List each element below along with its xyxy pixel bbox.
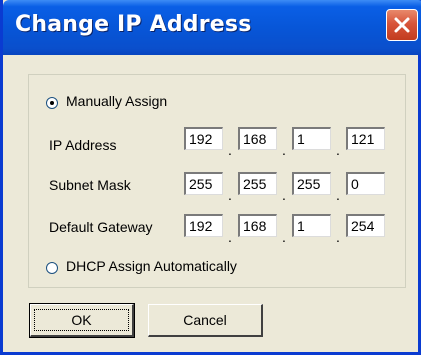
gateway-octet-1[interactable]: 192 <box>184 214 223 237</box>
ip-octet-3[interactable]: 1 <box>292 127 331 150</box>
subnet-octet-3[interactable]: 255 <box>292 172 331 195</box>
ip-octet-4[interactable]: 121 <box>346 127 385 150</box>
subnet-separator: . <box>282 187 286 203</box>
window-title: Change IP Address <box>15 12 252 37</box>
ip-octet-2[interactable]: 168 <box>238 127 277 150</box>
subnet-mask-label: Subnet Mask <box>49 177 131 193</box>
gateway-octet-2[interactable]: 168 <box>238 214 277 237</box>
gateway-separator: . <box>228 229 232 245</box>
ok-button-label: OK <box>34 309 129 331</box>
default-gateway-label: Default Gateway <box>49 219 153 235</box>
dhcp-assign-label[interactable]: DHCP Assign Automatically <box>66 258 237 274</box>
subnet-separator: . <box>228 187 232 203</box>
ok-button[interactable]: OK <box>29 303 135 338</box>
dhcp-assign-radio[interactable] <box>46 262 58 274</box>
subnet-octet-4[interactable]: 0 <box>346 172 385 195</box>
subnet-octet-1[interactable]: 255 <box>184 172 223 195</box>
ip-separator: . <box>336 142 340 158</box>
gateway-octet-4[interactable]: 254 <box>346 214 385 237</box>
gateway-separator: . <box>282 229 286 245</box>
subnet-separator: . <box>336 187 340 203</box>
gateway-octet-3[interactable]: 1 <box>292 214 331 237</box>
manual-assign-label[interactable]: Manually Assign <box>66 93 167 109</box>
subnet-octet-2[interactable]: 255 <box>238 172 277 195</box>
manual-assign-radio[interactable] <box>46 97 58 109</box>
change-ip-dialog: Change IP Address Manually Assign IP Add… <box>0 0 421 355</box>
ip-address-label: IP Address <box>49 137 117 153</box>
close-icon <box>394 17 410 33</box>
ip-separator: . <box>228 142 232 158</box>
ip-octet-1[interactable]: 192 <box>184 127 223 150</box>
cancel-button[interactable]: Cancel <box>148 304 263 337</box>
gateway-separator: . <box>336 229 340 245</box>
title-bar[interactable]: Change IP Address <box>3 0 421 55</box>
close-button[interactable] <box>386 9 418 41</box>
cancel-button-label: Cancel <box>183 312 227 328</box>
ip-separator: . <box>282 142 286 158</box>
